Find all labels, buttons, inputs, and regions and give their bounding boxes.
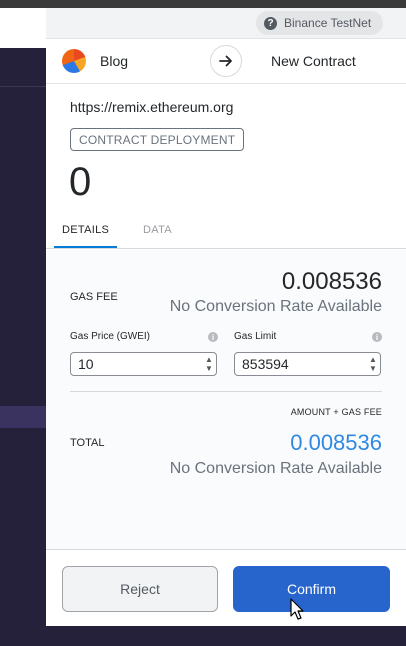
gas-fee-label: GAS FEE (70, 291, 118, 303)
action-footer: Reject Confirm (46, 549, 406, 626)
gas-limit-stepper[interactable]: ▲ ▼ (366, 353, 380, 375)
gas-price-input[interactable]: 10 ▲ ▼ (70, 352, 217, 376)
transaction-method-badge: CONTRACT DEPLOYMENT (70, 128, 245, 151)
network-label: Binance TestNet (284, 16, 372, 30)
transaction-amount: 0 (69, 160, 92, 204)
active-tab-indicator (54, 246, 117, 248)
recipient-name: New Contract (271, 53, 356, 69)
gas-price-stepper[interactable]: ▲ ▼ (202, 353, 216, 375)
network-indicator[interactable]: ? Binance TestNet (256, 11, 384, 35)
gas-price-info-icon[interactable]: i (208, 332, 218, 342)
transaction-origin: https://remix.ethereum.org (70, 99, 234, 115)
confirm-button[interactable]: Confirm (233, 566, 390, 612)
confirm-transaction-popup: ? Binance TestNet Blog New Contract http… (46, 8, 406, 626)
gas-price-label: Gas Price (GWEI) (70, 331, 151, 342)
background-app-topbar (0, 0, 406, 8)
total-value: 0.008536 (290, 430, 382, 455)
question-circle-icon: ? (264, 16, 277, 30)
gas-limit-input[interactable]: 853594 ▲ ▼ (234, 352, 381, 376)
gas-limit-value: 853594 (242, 356, 289, 372)
total-conversion: No Conversion Rate Available (169, 460, 382, 477)
gas-fee-value: 0.008536 (281, 268, 382, 295)
gas-limit-label: Gas Limit (234, 331, 277, 342)
gas-price-value: 10 (78, 356, 94, 372)
details-data-tabs: DETAILS DATA (46, 214, 406, 249)
background-highlight-row (0, 406, 46, 428)
reject-button[interactable]: Reject (62, 566, 218, 612)
total-label: TOTAL (70, 437, 105, 449)
arrow-right-icon (210, 45, 242, 77)
background-divider (0, 86, 46, 87)
sender-recipient-route: Blog New Contract (46, 38, 406, 84)
sender-name[interactable]: Blog (100, 53, 128, 69)
background-app-header (0, 8, 46, 48)
background-app-panel (0, 48, 46, 646)
gas-limit-info-icon[interactable]: i (372, 332, 382, 342)
section-divider (70, 391, 382, 392)
mouse-cursor-icon (290, 598, 304, 620)
tab-details[interactable]: DETAILS (62, 224, 109, 236)
amount-plus-gas-label: AMOUNT + GAS FEE (290, 407, 382, 417)
gas-fee-conversion: No Conversion Rate Available (169, 298, 382, 315)
account-avatar (62, 49, 86, 73)
tab-data[interactable]: DATA (143, 224, 172, 236)
network-bar: ? Binance TestNet (46, 8, 406, 38)
